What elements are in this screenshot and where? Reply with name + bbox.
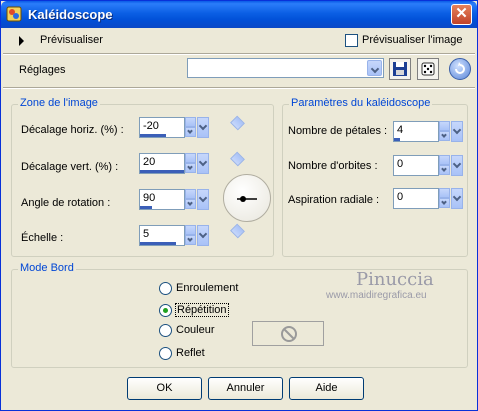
increment-icon[interactable] [185, 187, 245, 203]
rotation-dial[interactable] [223, 174, 271, 222]
decrement-icon[interactable] [185, 163, 196, 173]
settings-dropdown[interactable] [187, 58, 384, 78]
chevron-down-icon[interactable] [197, 225, 209, 246]
kaleidoscope-params-legend: Paramètres du kaléidoscope [289, 97, 433, 109]
close-button[interactable]: ✕ [451, 4, 472, 25]
watermark-name: Pinuccia [356, 269, 434, 290]
decrement-icon[interactable] [185, 127, 196, 137]
rotation-angle-label: Angle de rotation : [21, 197, 111, 209]
preview-label[interactable]: Prévisualiser [40, 34, 103, 46]
color-label[interactable]: Couleur [176, 324, 215, 336]
ok-button[interactable]: OK [127, 377, 202, 400]
dialog-window: Kaléidoscope ✕ Prévisualiser Prévisualis… [0, 0, 478, 411]
window-title: Kaléidoscope [28, 7, 113, 22]
vertical-offset-stepper[interactable]: 20 [139, 151, 245, 174]
color-swatch-disabled[interactable] [252, 321, 324, 346]
petals-stepper[interactable]: 4 [393, 121, 463, 142]
floppy-disk-icon [393, 62, 407, 76]
random-settings-button[interactable] [417, 58, 439, 80]
increment-icon[interactable] [185, 115, 245, 131]
dice-icon [421, 62, 435, 76]
increment-icon[interactable] [439, 188, 450, 198]
reflect-radio[interactable] [159, 347, 172, 360]
edge-mode-legend: Mode Bord [18, 262, 76, 274]
expand-preview-icon[interactable] [19, 36, 24, 46]
decrement-icon[interactable] [439, 131, 450, 141]
settings-label: Réglages [19, 64, 66, 76]
decrement-icon[interactable] [185, 199, 196, 209]
preview-image-label[interactable]: Prévisualiser l'image [362, 34, 463, 46]
increment-icon[interactable] [185, 151, 245, 167]
chevron-down-icon[interactable] [197, 189, 209, 210]
chevron-down-icon[interactable] [451, 155, 463, 176]
increment-icon[interactable] [185, 223, 245, 239]
no-color-icon [281, 326, 297, 342]
chevron-down-icon[interactable] [451, 188, 463, 209]
save-settings-button[interactable] [389, 58, 411, 80]
chevron-down-icon[interactable] [451, 121, 463, 142]
watermark-url: www.maidiregrafica.eu [326, 290, 427, 301]
chevron-down-icon[interactable] [197, 153, 209, 174]
title-bar[interactable]: Kaléidoscope ✕ [1, 1, 477, 28]
decrement-icon[interactable] [439, 198, 450, 208]
decrement-icon[interactable] [439, 165, 450, 175]
preview-image-checkbox[interactable] [345, 34, 358, 47]
reflect-label[interactable]: Reflet [176, 347, 205, 359]
vertical-offset-label: Décalage vert. (%) : [21, 161, 119, 173]
decrement-icon[interactable] [185, 235, 196, 245]
increment-icon[interactable] [439, 155, 450, 165]
chevron-down-icon[interactable] [367, 60, 382, 76]
repeat-radio[interactable] [159, 304, 172, 317]
cancel-button[interactable]: Annuler [208, 377, 283, 400]
orbits-input[interactable]: 0 [393, 155, 439, 176]
radial-suction-input[interactable]: 0 [393, 188, 439, 209]
reset-arrow-icon [455, 62, 465, 74]
reset-settings-button[interactable] [449, 58, 471, 80]
dial-pointer-icon [237, 196, 257, 202]
help-button[interactable]: Aide [289, 377, 364, 400]
rotation-angle-stepper[interactable]: 90 [139, 187, 245, 210]
radial-suction-label: Aspiration radiale : [288, 194, 380, 206]
petals-label: Nombre de pétales : [288, 125, 388, 137]
color-radio[interactable] [159, 324, 172, 337]
scale-label: Échelle : [21, 232, 64, 244]
divider [3, 87, 475, 89]
app-logo-icon [6, 6, 22, 22]
image-zone-legend: Zone de l'image [18, 97, 100, 109]
wrap-radio[interactable] [159, 282, 172, 295]
orbits-stepper[interactable]: 0 [393, 155, 463, 176]
chevron-down-icon[interactable] [197, 117, 209, 138]
wrap-label[interactable]: Enroulement [176, 282, 238, 294]
horizontal-offset-stepper[interactable]: -20 [139, 115, 245, 138]
scale-stepper[interactable]: 5 [139, 223, 245, 246]
orbits-label: Nombre d'orbites : [288, 160, 378, 172]
divider [3, 53, 475, 55]
horizontal-offset-label: Décalage horiz. (%) : [21, 124, 124, 136]
radial-suction-stepper[interactable]: 0 [393, 188, 463, 209]
repeat-label[interactable]: Répétition [175, 303, 229, 317]
increment-icon[interactable] [439, 121, 450, 131]
